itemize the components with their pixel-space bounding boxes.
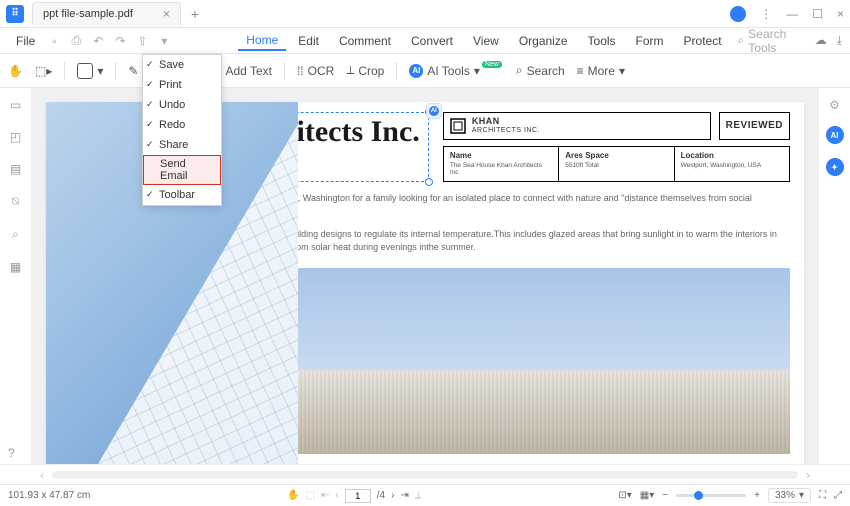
ai-tools-button[interactable]: AI AI Tools ▾New	[409, 64, 504, 78]
zoom-value[interactable]: 33%▾	[768, 488, 811, 503]
more-button[interactable]: ≡ More ▾	[577, 64, 625, 78]
document-tab[interactable]: ppt file-sample.pdf ×	[32, 2, 181, 25]
kebab-menu-icon[interactable]: ⋮	[760, 7, 772, 21]
menu-organize[interactable]: Organize	[511, 32, 576, 50]
comments-panel-icon[interactable]: ▤	[10, 162, 21, 176]
menu-item-print[interactable]: Print	[143, 75, 221, 95]
app-logo-icon: ⠿	[6, 5, 24, 23]
tab-close-icon[interactable]: ×	[163, 7, 170, 21]
fullscreen-icon[interactable]: ⤢	[834, 490, 842, 501]
qat-customize-menu: Save Print Undo Redo Share Send Email To…	[142, 54, 222, 206]
menu-convert[interactable]: Convert	[403, 32, 461, 50]
ai-corner-icon[interactable]: AI	[426, 103, 442, 119]
quick-access-toolbar: ▫ ⎙ ↶ ↷ ⇧ ▾	[47, 33, 171, 48]
minimize-icon[interactable]: —	[786, 7, 798, 21]
search-panel-icon[interactable]: ⌕	[12, 227, 19, 242]
brand-card: KHANARCHITECTS INC.	[443, 112, 711, 140]
maximize-icon[interactable]: ☐	[812, 7, 823, 21]
page-number-input[interactable]	[345, 489, 371, 503]
menu-bar: File ▫ ⎙ ↶ ↷ ⇧ ▾ Home Edit Comment Conve…	[0, 28, 850, 54]
menu-tools[interactable]: Tools	[580, 32, 624, 50]
header-cards: KHANARCHITECTS INC. REVIEWED NameThe Sea…	[443, 112, 790, 182]
search-icon: ⌕	[738, 33, 745, 48]
menu-protect[interactable]: Protect	[676, 32, 730, 50]
fit-mode-icon[interactable]: ⊡▾	[618, 490, 631, 501]
scroll-left-icon[interactable]: ‹	[40, 468, 44, 482]
building-photo-2	[244, 268, 790, 454]
menu-form[interactable]: Form	[628, 32, 672, 50]
new-badge: New	[482, 61, 502, 68]
search-button[interactable]: ⌕ Search	[516, 63, 565, 78]
first-page-icon[interactable]: ⇤	[321, 490, 329, 501]
menu-edit[interactable]: Edit	[290, 32, 327, 50]
save-icon[interactable]: ▫	[47, 34, 61, 48]
rectangle-icon	[77, 63, 93, 79]
cloud-download-icon[interactable]: ⤓	[837, 33, 842, 48]
scrollbar-track[interactable]	[52, 471, 798, 479]
reviewed-stamp: REVIEWED	[719, 112, 790, 140]
menu-comment[interactable]: Comment	[331, 32, 399, 50]
left-sidebar: ▭ ◰ ▤ ⍉ ⌕ ▦	[0, 88, 32, 464]
home-toolbar: ✋ ⬚▸ ▾ ✎ Edit All ▾ T Add Text ⁞⁞ OCR ⟂ …	[0, 54, 850, 88]
menu-view[interactable]: View	[465, 32, 507, 50]
prev-page-icon[interactable]: ‹	[335, 490, 338, 501]
ai-icon: AI	[409, 64, 423, 78]
share-icon[interactable]: ⇧	[135, 34, 149, 48]
next-page-icon[interactable]: ›	[391, 490, 394, 501]
horizontal-scrollbar[interactable]: ‹ ›	[0, 464, 850, 484]
right-sidebar: ⚙ AI ✦	[818, 88, 850, 464]
dimensions-readout: 101.93 x 47.87 cm	[8, 490, 90, 501]
new-tab-button[interactable]: +	[191, 6, 199, 22]
zoom-out-icon[interactable]: −	[662, 490, 668, 501]
thumbnails-icon[interactable]: ▭	[10, 98, 21, 112]
print-icon[interactable]: ⎙	[69, 33, 83, 48]
properties-icon[interactable]: ⚙	[829, 98, 840, 112]
shape-tool[interactable]: ▾	[77, 63, 103, 79]
ai-sidebar-icon[interactable]: AI	[826, 126, 844, 144]
zoom-slider[interactable]	[676, 494, 746, 497]
user-avatar-icon[interactable]	[730, 6, 746, 22]
menu-item-redo[interactable]: Redo	[143, 115, 221, 135]
zoom-in-icon[interactable]: +	[754, 490, 760, 501]
menu-item-share[interactable]: Share	[143, 135, 221, 155]
read-mode-icon[interactable]: ⛶	[819, 490, 826, 501]
bookmarks-icon[interactable]: ◰	[10, 130, 21, 144]
crop-button[interactable]: ⟂ Crop	[346, 63, 384, 78]
status-bar: 101.93 x 47.87 cm ✋ ⬚ ⇤ ‹ /4 › ⇥ ⟂ ⊡▾ ▦▾…	[0, 484, 850, 506]
select-tool[interactable]: ⬚▸	[35, 64, 52, 78]
menu-item-toolbar[interactable]: Toolbar	[143, 185, 221, 205]
last-page-icon[interactable]: ⇥	[400, 490, 408, 501]
menu-item-send-email[interactable]: Send Email	[143, 155, 221, 185]
search-tools[interactable]: ⌕ Search Tools	[738, 27, 803, 55]
nav-more-icon[interactable]: ⟂	[415, 490, 422, 501]
info-table: NameThe Sea House Khan Architects Inc Ar…	[443, 146, 790, 182]
file-menu[interactable]: File	[8, 32, 43, 50]
hand-tool[interactable]: ✋	[8, 64, 23, 78]
resize-handle[interactable]	[425, 178, 433, 186]
title-bar: ⠿ ppt file-sample.pdf × + ⋮ — ☐ ×	[0, 0, 850, 28]
add-text-button[interactable]: T Add Text	[214, 64, 272, 78]
menu-item-save[interactable]: Save	[143, 55, 221, 75]
close-window-icon[interactable]: ×	[837, 7, 844, 21]
layout-mode-icon[interactable]: ▦▾	[640, 490, 654, 501]
tab-title: ppt file-sample.pdf	[43, 8, 133, 20]
hand-nav-icon[interactable]: ✋	[287, 490, 299, 501]
page-controls: ✋ ⬚ ⇤ ‹ /4 › ⇥ ⟂	[287, 489, 421, 503]
ai-chat-icon[interactable]: ✦	[826, 158, 844, 176]
zoom-thumb[interactable]	[694, 491, 703, 500]
ocr-button[interactable]: ⁞⁞ OCR	[297, 64, 334, 78]
page-total: /4	[377, 490, 385, 501]
qat-dropdown-icon[interactable]: ▾	[157, 34, 171, 48]
fields-panel-icon[interactable]: ▦	[10, 260, 21, 274]
menu-home[interactable]: Home	[238, 31, 286, 51]
scroll-right-icon[interactable]: ›	[806, 468, 810, 482]
attachments-icon[interactable]: ⍉	[12, 194, 19, 209]
select-nav-icon[interactable]: ⬚	[306, 490, 315, 501]
brand-logo-icon	[450, 118, 466, 134]
cloud-upload-icon[interactable]: ☁	[815, 33, 827, 48]
undo-icon[interactable]: ↶	[91, 34, 105, 48]
help-icon[interactable]: ?	[8, 446, 15, 460]
menu-item-undo[interactable]: Undo	[143, 95, 221, 115]
redo-icon[interactable]: ↷	[113, 34, 127, 48]
